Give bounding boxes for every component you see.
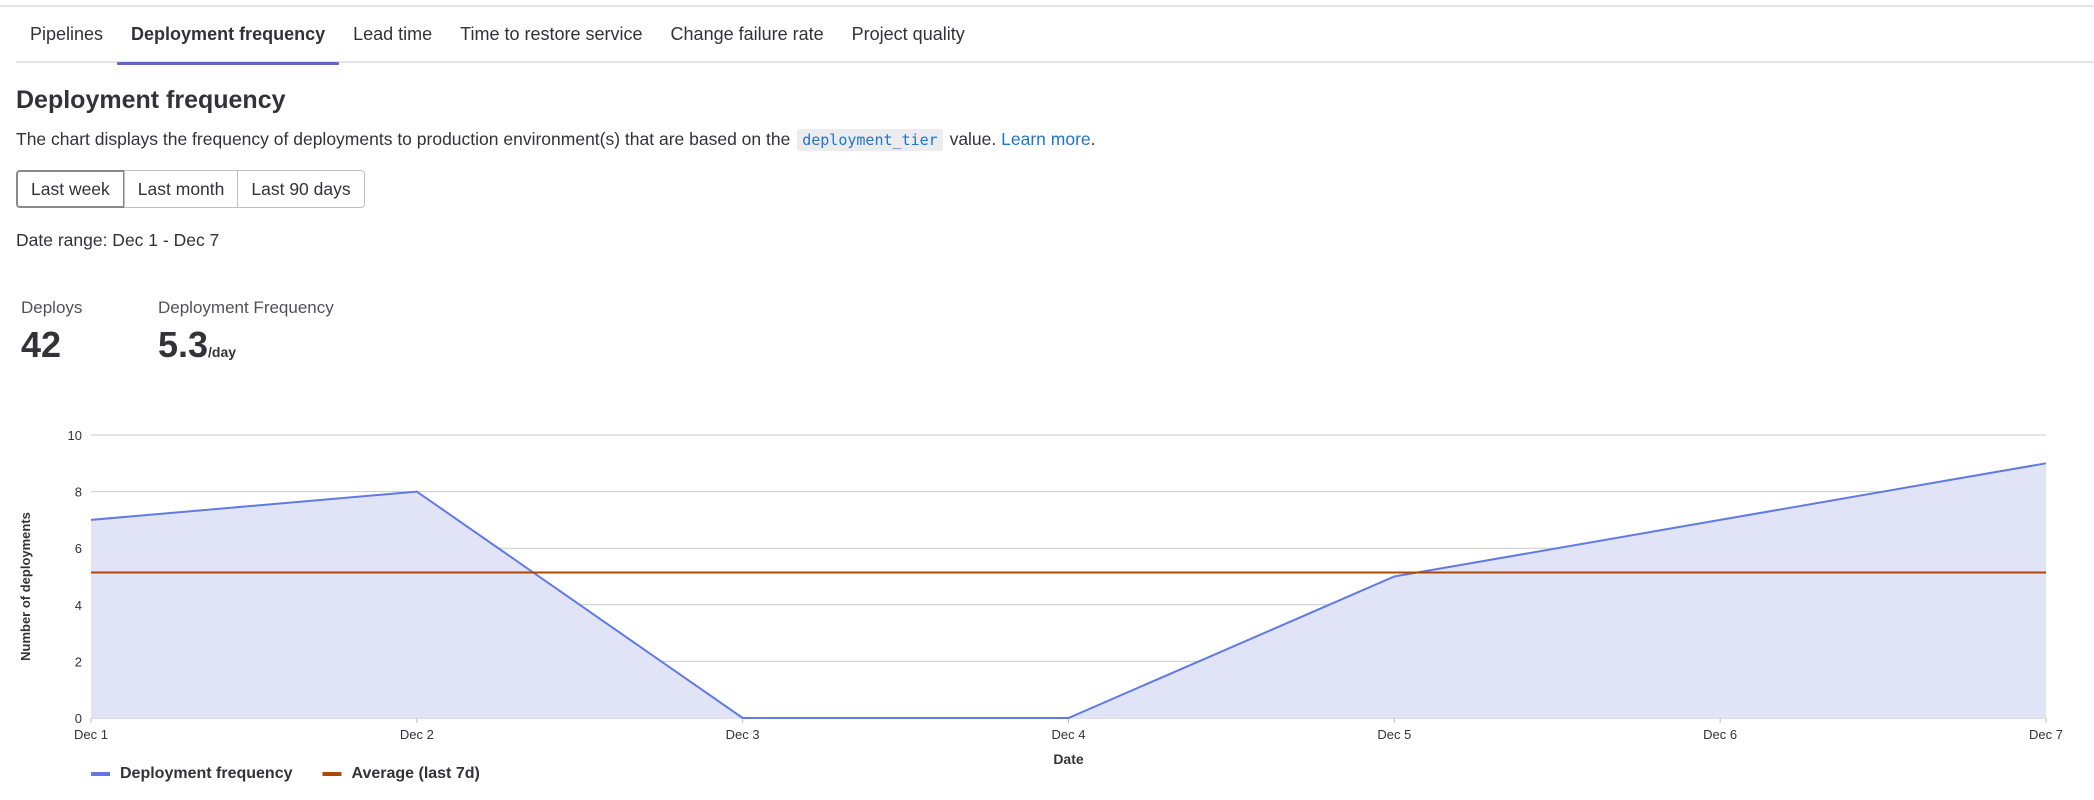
x-tick-label: Dec 1: [74, 727, 108, 742]
x-tick-label: Dec 4: [1052, 727, 1086, 742]
tab-pipelines[interactable]: Pipelines: [16, 6, 117, 63]
date-range-text: Date range: Dec 1 - Dec 7: [16, 230, 220, 250]
deploys-label: Deploys: [21, 298, 83, 317]
frequency-value: 5.3: [158, 324, 209, 365]
legend-swatch: [322, 772, 342, 776]
last-week-button[interactable]: Last week: [16, 170, 125, 208]
tab-time-to-restore-service[interactable]: Time to restore service: [446, 6, 656, 63]
deployment-tier-code: deployment_tier: [797, 129, 943, 151]
analytics-tabs: Pipelines Deployment frequency Lead time…: [16, 6, 2094, 65]
page-title: Deployment frequency: [16, 86, 286, 114]
last-90-days-button[interactable]: Last 90 days: [237, 170, 365, 208]
frequency-label: Deployment Frequency: [158, 298, 334, 317]
frequency-value-wrap: 5.3/day: [158, 324, 334, 366]
tab-lead-time[interactable]: Lead time: [339, 6, 446, 63]
x-tick-label: Dec 5: [1377, 727, 1411, 742]
y-tick-label: 2: [75, 654, 82, 669]
y-axis-label: Number of deployments: [18, 512, 33, 661]
y-tick-label: 10: [68, 428, 82, 443]
legend-label: Average (last 7d): [351, 765, 479, 782]
tab-deployment-frequency[interactable]: Deployment frequency: [117, 6, 340, 65]
y-tick-label: 6: [75, 541, 82, 556]
y-tick-label: 4: [75, 598, 82, 613]
description-text: The chart displays the frequency of depl…: [16, 129, 791, 149]
deployment-frequency-stat: Deployment Frequency 5.3/day: [158, 298, 334, 366]
x-tick-label: Dec 7: [2029, 727, 2063, 742]
y-tick-label: 0: [75, 711, 82, 726]
deployment-frequency-chart: 0 2 4 6 8 10 Dec 1 Dec 2 Dec 3 Dec 4 Dec 5 Dec 6 Dec…: [18, 428, 2063, 782]
deployment-frequency-area: [91, 463, 2046, 718]
x-tick-label: Dec 6: [1703, 727, 1737, 742]
tab-change-failure-rate[interactable]: Change failure rate: [657, 6, 838, 63]
last-month-button[interactable]: Last month: [123, 170, 239, 208]
learn-more-period: .: [1090, 129, 1096, 149]
date-range-selector: Last week Last month Last 90 days: [16, 170, 365, 208]
deploys-value: 42: [21, 324, 62, 365]
page-description: The chart displays the frequency of depl…: [16, 129, 1096, 151]
x-tick-label: Dec 3: [726, 727, 760, 742]
y-tick-label: 8: [75, 485, 82, 500]
description-text-end: value.: [949, 129, 997, 149]
x-tick-label: Dec 2: [400, 727, 434, 742]
x-axis-label: Date: [1053, 751, 1084, 767]
legend-swatch: [91, 772, 110, 776]
frequency-unit: /day: [208, 344, 237, 360]
tab-project-quality[interactable]: Project quality: [838, 6, 979, 63]
learn-more-link[interactable]: Learn more: [1001, 129, 1091, 149]
legend-label: Deployment frequency: [120, 765, 293, 782]
deploys-stat: Deploys 42: [21, 298, 82, 366]
